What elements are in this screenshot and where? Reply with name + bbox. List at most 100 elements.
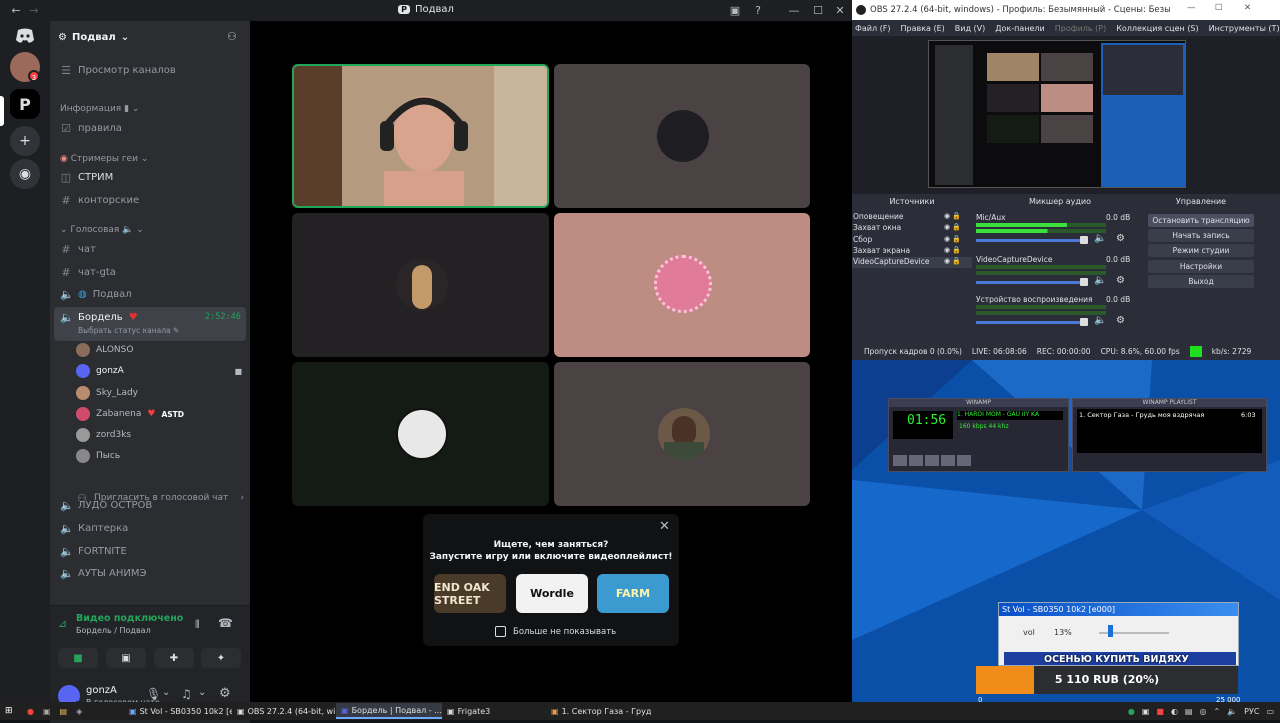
taskbar-task[interactable]: ▣ OBS 27.2.4 (64-bit, wi... <box>232 703 336 719</box>
game-tile-end-oak-street[interactable]: END OAK STREET <box>434 574 506 613</box>
control-button[interactable]: Настройки <box>1148 260 1254 273</box>
game-tile-farm[interactable]: FARM <box>597 574 669 613</box>
control-button[interactable]: Начать запись <box>1148 229 1254 242</box>
voice-user[interactable]: Пысь <box>76 446 242 466</box>
help-icon[interactable]: ? <box>750 3 766 19</box>
channel-chat-gta[interactable]: # чат-gta <box>60 262 244 282</box>
volume-fader[interactable] <box>976 281 1086 284</box>
visibility-lock-icons[interactable]: ◉ 🔒 <box>944 212 961 220</box>
notifications-icon[interactable]: ▭ <box>1266 707 1274 716</box>
video-tile-zord3ks[interactable] <box>292 362 549 506</box>
gear-icon[interactable]: ⚙ <box>1116 233 1125 244</box>
obs-preview[interactable] <box>852 36 1280 194</box>
close-icon[interactable]: ✕ <box>659 519 670 534</box>
pause-button[interactable] <box>925 455 939 466</box>
stop-button[interactable] <box>941 455 955 466</box>
server-podval-icon[interactable]: P <box>10 89 40 119</box>
obs-menu-item[interactable]: Правка (E) <box>901 24 945 33</box>
voice-location-label[interactable]: Бордель / Подвал <box>76 626 151 635</box>
game-tile-wordle[interactable]: Wordle <box>516 574 588 613</box>
maximize-icon[interactable]: ☐ <box>1215 3 1223 13</box>
speaker-icon[interactable]: 🔈 <box>1094 315 1106 326</box>
chrome-icon[interactable]: ● <box>27 707 34 716</box>
fader-handle[interactable] <box>1080 278 1088 286</box>
channel-rules[interactable]: ☑ правила <box>60 118 244 138</box>
fader-handle[interactable] <box>1080 318 1088 326</box>
gear-icon[interactable]: ⚙ <box>1116 275 1125 286</box>
vol-slider-thumb[interactable] <box>1108 625 1113 637</box>
voice-user[interactable]: gonzA ■ <box>76 361 242 381</box>
volume-fader[interactable] <box>976 321 1086 324</box>
source-item[interactable]: Захват экрана ◉ 🔒 <box>852 246 972 257</box>
screenshare-button[interactable]: ▣ <box>106 648 146 668</box>
source-item[interactable]: Захват окна ◉ 🔒 <box>852 223 972 234</box>
start-button[interactable]: ⊞ <box>0 703 22 719</box>
gear-icon[interactable]: ⚙ <box>1116 315 1125 326</box>
voice-user[interactable]: Sky_Lady <box>76 383 242 403</box>
control-button[interactable]: Выход <box>1148 275 1254 288</box>
language-indicator[interactable]: РУС <box>1244 707 1259 716</box>
obs-menu-item[interactable]: Вид (V) <box>955 24 985 33</box>
obs-menu-item[interactable]: Файл (F) <box>855 24 891 33</box>
add-member-icon[interactable]: ⚇ <box>227 30 237 43</box>
minimize-icon[interactable]: — <box>1187 3 1196 13</box>
tray-icon[interactable]: ◐ <box>1171 707 1178 716</box>
chevron-down-icon[interactable]: ⌄ <box>162 687 170 698</box>
folder-icon[interactable]: ▤ <box>60 707 68 716</box>
server-header[interactable]: ⚙ Подвал ⌄ <box>58 29 244 45</box>
discord-home-icon[interactable] <box>7 21 43 51</box>
camera-button[interactable]: ■ <box>58 648 98 668</box>
visibility-lock-icons[interactable]: ◉ 🔒 <box>944 246 961 254</box>
headphones-icon[interactable]: ♫ <box>181 687 192 701</box>
next-button[interactable] <box>957 455 971 466</box>
minimize-icon[interactable]: — <box>786 3 802 19</box>
video-tile-pys[interactable] <box>554 362 810 506</box>
close-icon[interactable]: ✕ <box>1244 3 1251 13</box>
maximize-icon[interactable]: ☐ <box>810 3 826 19</box>
close-icon[interactable]: ✕ <box>832 3 848 19</box>
visibility-lock-icons[interactable]: ◉ 🔒 <box>944 235 961 243</box>
channel-chat[interactable]: # чат <box>60 239 244 259</box>
taskbar-task[interactable]: ▣ St Vol - SB0350 10k2 [e... <box>124 703 232 719</box>
voice-user[interactable]: ALONSO <box>76 340 242 360</box>
video-tile-zabanena[interactable] <box>554 213 810 357</box>
winamp-player[interactable]: WINAMP 01:56 1. HAROI MOM - GAU IIY KA 1… <box>888 398 1069 472</box>
app-icon[interactable]: ▣ <box>43 707 51 716</box>
source-item[interactable]: Сбор ◉ 🔒 <box>852 235 972 246</box>
explore-servers-icon[interactable]: ◉ <box>10 159 40 189</box>
soundboard-button[interactable]: ✦ <box>201 648 241 668</box>
obs-menu-item[interactable]: Инструменты (T) <box>1209 24 1280 33</box>
disconnect-icon[interactable]: ☎ <box>218 616 233 630</box>
inbox-icon[interactable]: ▣ <box>727 3 743 19</box>
obs-menu-item[interactable]: Коллекция сцен (S) <box>1116 24 1198 33</box>
voice-channel-fortnite[interactable]: 🔈 FORTNITE <box>60 541 244 561</box>
tray-chevron-icon[interactable]: ⌃ <box>1213 707 1220 716</box>
playlist-item[interactable]: 1. Сектор Газа - Грудь моя вздрячая <box>1079 411 1204 419</box>
chevron-down-icon[interactable]: ⌄ <box>198 687 206 698</box>
tray-icon[interactable]: ◎ <box>1199 707 1206 716</box>
voice-user[interactable]: Zabanena ♥ ASTD <box>76 404 242 424</box>
prev-button[interactable] <box>893 455 907 466</box>
settings-gear-icon[interactable]: ⚙ <box>219 686 231 701</box>
video-tile-gonza[interactable] <box>292 64 549 208</box>
voice-channel-kapterka[interactable]: 🔈 Каптерка <box>60 518 244 538</box>
speaker-icon[interactable]: 🔈 <box>1094 275 1106 286</box>
noise-suppression-icon[interactable]: ⫴ <box>195 618 200 632</box>
tray-icon[interactable]: ● <box>1128 707 1135 716</box>
taskbar-task[interactable]: ▣ Frigate3 <box>442 703 546 719</box>
source-item[interactable]: VideoCaptureDevice ◉ 🔒 <box>852 257 972 268</box>
dont-show-checkbox[interactable] <box>495 626 506 637</box>
control-button[interactable]: Режим студии <box>1148 244 1254 257</box>
volume-fader[interactable] <box>976 239 1086 242</box>
app-icon-2[interactable]: ◈ <box>76 707 82 716</box>
obs-menu-item[interactable]: Док-панели <box>995 24 1044 33</box>
browse-channels[interactable]: ☰ Просмотр каналов <box>60 60 244 80</box>
voice-channel-ludo[interactable]: 🔈 ЛУДО ОСТРОВ <box>60 495 244 515</box>
tray-icon[interactable]: ▤ <box>1185 707 1193 716</box>
video-tile-sky-lady[interactable] <box>292 213 549 357</box>
source-item[interactable]: Оповещение ◉ 🔒 <box>852 212 972 223</box>
volume-icon[interactable]: 🔈 <box>1227 707 1237 716</box>
voice-user[interactable]: zord3ks <box>76 425 242 445</box>
play-button[interactable] <box>909 455 923 466</box>
visibility-lock-icons[interactable]: ◉ 🔒 <box>944 223 961 231</box>
